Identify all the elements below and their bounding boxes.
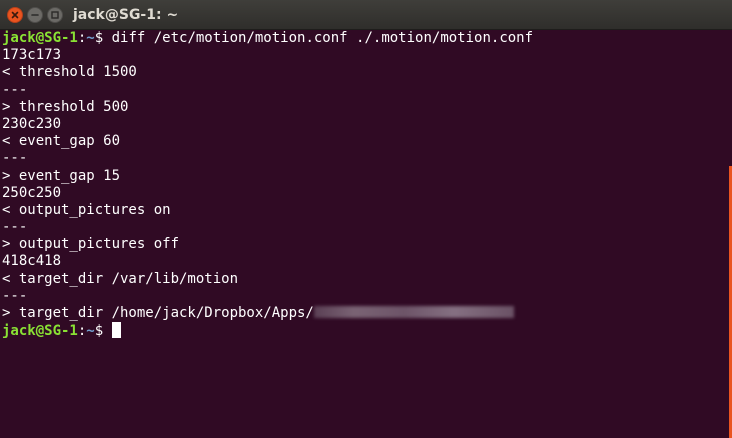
command-line: jack@SG-1:~$ diff /etc/motion/motion.con…: [2, 30, 732, 47]
output-line: 418c418: [2, 253, 62, 270]
maximize-icon: [51, 11, 59, 19]
output-line: < event_gap 60: [2, 133, 121, 150]
output-line: < output_pictures on: [2, 201, 171, 218]
output-text: > target_dir /home/jack/Dropbox/Apps/: [2, 305, 314, 321]
command-text: diff /etc/motion/motion.conf ./.motion/m…: [111, 30, 534, 46]
minimize-icon: [31, 14, 39, 16]
output-line: ---: [2, 219, 28, 236]
output-line: ---: [2, 81, 28, 98]
prompt-user-host: jack@SG-1: [2, 323, 78, 340]
output-line: ---: [2, 150, 28, 167]
redacted-text: [313, 306, 514, 318]
output-line: < threshold 1500: [2, 64, 137, 81]
output-line: > target_dir /home/jack/Dropbox/Apps/: [2, 305, 732, 322]
close-icon: [11, 11, 19, 19]
output-line: > event_gap 15: [2, 167, 121, 184]
prompt-user-host: jack@SG-1: [2, 30, 78, 46]
current-prompt-line[interactable]: jack@SG-1:~$: [2, 322, 732, 339]
output-line: > threshold 500: [2, 98, 129, 115]
prompt-path: ~: [86, 30, 95, 46]
output-line: 173c173: [2, 47, 62, 64]
terminal-content[interactable]: jack@SG-1:~$ diff /etc/motion/motion.con…: [0, 30, 732, 438]
title-bar[interactable]: jack@SG-1: ~: [0, 0, 732, 30]
minimize-button[interactable]: [27, 7, 43, 23]
text-cursor: [111, 322, 121, 339]
maximize-button[interactable]: [47, 7, 63, 23]
terminal-window: jack@SG-1: ~ jack@SG-1:~$ diff /etc/moti…: [0, 0, 732, 438]
output-line: > output_pictures off: [2, 236, 180, 253]
output-line: < target_dir /var/lib/motion: [2, 270, 239, 287]
window-title: jack@SG-1: ~: [73, 7, 179, 23]
prompt-symbol: $: [94, 323, 112, 340]
output-line: ---: [2, 287, 28, 304]
close-button[interactable]: [7, 7, 23, 23]
prompt-path: ~: [86, 323, 95, 340]
output-line: 250c250: [2, 184, 62, 201]
output-line: 230c230: [2, 115, 62, 132]
prompt-symbol: $: [94, 30, 112, 46]
